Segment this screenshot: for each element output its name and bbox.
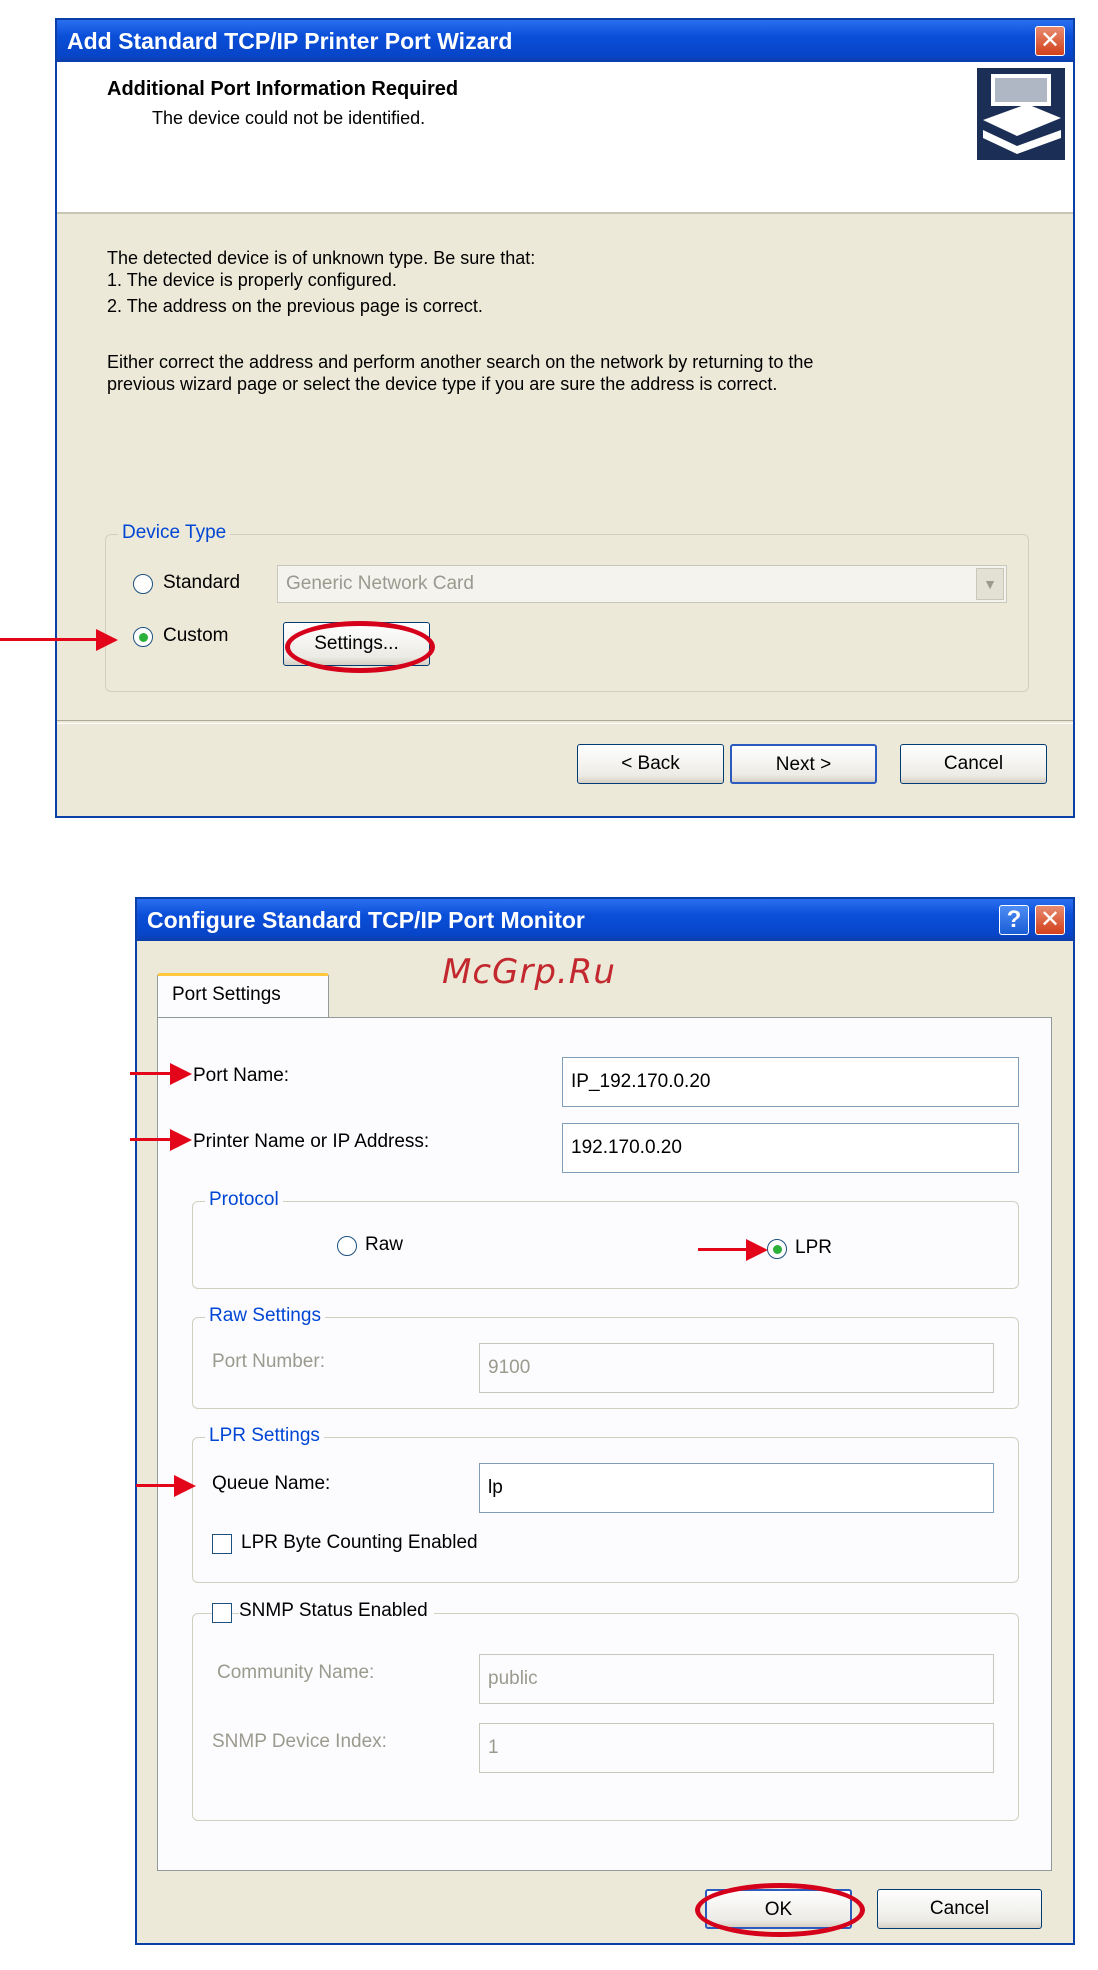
snmp-status-checkbox[interactable] bbox=[212, 1603, 232, 1623]
monitor-window: Configure Standard TCP/IP Port Monitor ?… bbox=[135, 897, 1075, 1945]
annotation-arrowhead-custom bbox=[96, 629, 118, 651]
device-type-group: Device Type bbox=[105, 522, 1029, 692]
printer-name-label: Printer Name or IP Address: bbox=[193, 1131, 430, 1152]
annotation-arrow-queue-name bbox=[136, 1484, 176, 1487]
body-para-line-1: Either correct the address and perform a… bbox=[107, 352, 814, 372]
queue-name-input[interactable]: lp bbox=[479, 1463, 994, 1513]
raw-settings-label: Raw Settings bbox=[205, 1305, 325, 1327]
close-icon[interactable]: ✕ bbox=[1035, 905, 1065, 935]
body-line-2: 1. The device is properly configured. bbox=[107, 270, 397, 290]
lpr-settings-label: LPR Settings bbox=[205, 1425, 324, 1447]
wizard-header-subtitle: The device could not be identified. bbox=[152, 108, 426, 128]
queue-name-label: Queue Name: bbox=[212, 1473, 331, 1494]
ok-highlight-oval bbox=[695, 1883, 865, 1937]
monitor-cancel-button[interactable]: Cancel bbox=[877, 1889, 1042, 1929]
close-icon[interactable]: ✕ bbox=[1035, 26, 1065, 56]
custom-radio[interactable] bbox=[133, 627, 153, 647]
device-type-label: Device Type bbox=[118, 522, 231, 544]
lpr-radio[interactable] bbox=[767, 1239, 787, 1259]
port-number-label: Port Number: bbox=[212, 1351, 325, 1372]
lpr-label[interactable]: LPR bbox=[795, 1237, 832, 1259]
body-line-1: The detected device is of unknown type. … bbox=[107, 248, 536, 268]
annotation-arrow-port-name bbox=[130, 1072, 172, 1075]
raw-label[interactable]: Raw bbox=[365, 1234, 403, 1256]
printer-icon bbox=[977, 68, 1065, 160]
body-para-line-2: previous wizard page or select the devic… bbox=[107, 374, 778, 394]
tab-port-settings[interactable]: Port Settings bbox=[157, 973, 329, 1017]
snmp-device-index-input: 1 bbox=[479, 1723, 994, 1773]
snmp-status-label[interactable]: SNMP Status Enabled bbox=[239, 1600, 434, 1622]
annotation-arrowhead-lpr bbox=[746, 1239, 768, 1261]
back-button[interactable]: < Back bbox=[577, 744, 724, 784]
standard-device-value: Generic Network Card bbox=[286, 573, 474, 594]
wizard-title: Add Standard TCP/IP Printer Port Wizard bbox=[67, 28, 513, 54]
annotation-arrow-lpr bbox=[698, 1248, 748, 1251]
protocol-group: Protocol bbox=[192, 1189, 1019, 1289]
body-line-3: 2. The address on the previous page is c… bbox=[107, 296, 483, 316]
annotation-arrowhead-printer-name bbox=[170, 1129, 192, 1151]
lpr-byte-counting-checkbox[interactable] bbox=[212, 1534, 232, 1554]
chevron-down-icon: ▼ bbox=[976, 568, 1004, 600]
port-name-input[interactable]: IP_192.170.0.20 bbox=[562, 1057, 1019, 1107]
wizard-titlebar: Add Standard TCP/IP Printer Port Wizard bbox=[57, 20, 1073, 62]
custom-label[interactable]: Custom bbox=[163, 625, 228, 647]
annotation-arrow-printer-name bbox=[130, 1138, 172, 1141]
lpr-byte-counting-label[interactable]: LPR Byte Counting Enabled bbox=[241, 1532, 478, 1554]
settings-highlight-oval bbox=[285, 621, 435, 673]
cancel-button[interactable]: Cancel bbox=[900, 744, 1047, 784]
annotation-arrowhead-queue-name bbox=[174, 1475, 196, 1497]
community-name-label: Community Name: bbox=[217, 1662, 375, 1683]
port-name-label: Port Name: bbox=[193, 1065, 290, 1086]
wizard-window: Add Standard TCP/IP Printer Port Wizard … bbox=[55, 18, 1075, 818]
port-number-input: 9100 bbox=[479, 1343, 994, 1393]
snmp-device-index-label: SNMP Device Index: bbox=[212, 1731, 387, 1752]
wizard-footer-separator bbox=[57, 720, 1073, 724]
standard-device-combo: Generic Network Card ▼ bbox=[277, 565, 1007, 603]
protocol-label: Protocol bbox=[205, 1189, 283, 1211]
monitor-titlebar: Configure Standard TCP/IP Port Monitor bbox=[137, 899, 1073, 941]
annotation-arrowhead-port-name bbox=[170, 1063, 192, 1085]
next-button[interactable]: Next > bbox=[730, 744, 877, 784]
community-name-input: public bbox=[479, 1654, 994, 1704]
raw-radio[interactable] bbox=[337, 1236, 357, 1256]
radio-selected-dot bbox=[139, 633, 148, 642]
printer-name-input[interactable]: 192.170.0.20 bbox=[562, 1123, 1019, 1173]
standard-label[interactable]: Standard bbox=[163, 572, 240, 594]
monitor-title: Configure Standard TCP/IP Port Monitor bbox=[147, 907, 585, 933]
standard-radio[interactable] bbox=[133, 574, 153, 594]
annotation-arrow-custom bbox=[0, 638, 98, 641]
snmp-group bbox=[192, 1613, 1019, 1821]
wizard-header-title: Additional Port Information Required bbox=[107, 78, 459, 100]
radio-selected-dot bbox=[773, 1245, 782, 1254]
watermark: McGrp.Ru bbox=[442, 952, 616, 992]
help-icon[interactable]: ? bbox=[999, 905, 1029, 935]
